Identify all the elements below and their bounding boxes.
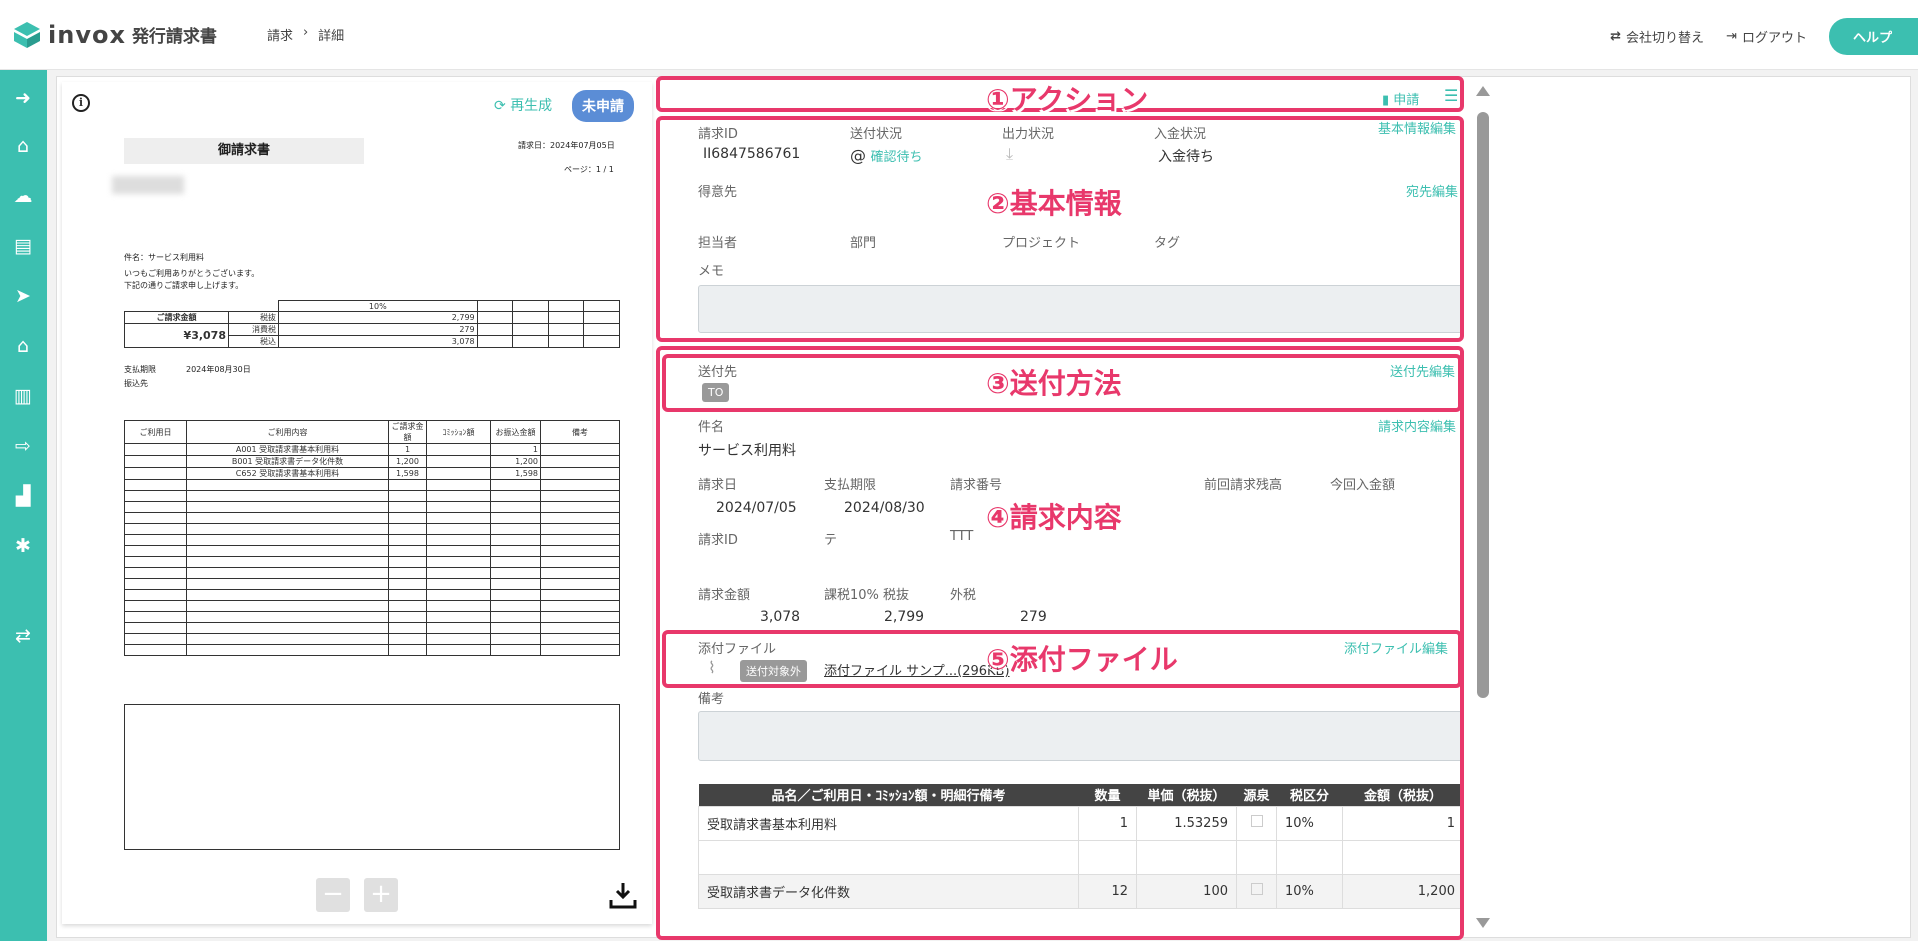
doc-title: 御請求書 — [124, 138, 364, 164]
scrollbar[interactable] — [1476, 86, 1490, 928]
download-icon[interactable] — [608, 880, 638, 910]
chart-icon[interactable]: ▟ — [11, 484, 35, 508]
doc-lines-table: ご利用日 ご利用内容 ご請求金額 ｺﾐｯｼｮﾝ額 お振込金額 備考 A001 受… — [124, 420, 620, 656]
doc-summary-table: 10% ご請求金額 税抜 2,799 ¥3,078 消費税 279 税込 3,0… — [124, 300, 620, 348]
line-amount: 1,598 — [388, 467, 427, 480]
callout-basic — [656, 116, 1464, 342]
line-content: B001 受取請求書データ化件数 — [186, 455, 389, 468]
help-button[interactable]: ヘルプ — [1828, 18, 1918, 55]
doc-due-label: 支払期限 — [124, 365, 156, 374]
col-header: ご利用日 — [124, 420, 187, 444]
logout-label: ログアウト — [1741, 31, 1807, 46]
sidebar: ➜ ⌂ ☁ ▤ ➤ ⌂ ▥ ⇨ ▟ ✱ ⇄ — [0, 70, 47, 941]
logo[interactable]: invox 発行請求書 — [12, 20, 217, 50]
zoom-in-button[interactable]: + — [364, 878, 398, 912]
doc-due-value: 2024年08月30日 — [186, 365, 251, 374]
info-icon[interactable]: i — [72, 94, 90, 112]
line-content: A001 受取請求書基本利用料 — [186, 443, 389, 456]
home-icon[interactable]: ⌂ — [11, 134, 35, 158]
tax-row-value: 3,078 — [278, 335, 478, 348]
switch-icon[interactable]: ⇄ — [11, 624, 35, 648]
line-amount: 1,200 — [388, 455, 427, 468]
tax-row-label: 税抜 — [228, 311, 279, 324]
col-header: ｺﾐｯｼｮﾝ額 — [426, 420, 491, 444]
refresh-icon: ⟳ — [494, 98, 506, 114]
regenerate-label: 再生成 — [510, 98, 553, 114]
col-header: 備考 — [540, 420, 620, 444]
tax-row-label: 消費税 — [228, 323, 279, 336]
doc-issue-date: 請求日：2024年07月05日 — [518, 141, 615, 150]
logo-text: invox — [48, 20, 126, 49]
logo-subtitle: 発行請求書 — [131, 27, 217, 47]
line-pay: 1,200 — [490, 455, 541, 468]
total-value: ¥3,078 — [124, 323, 229, 348]
logout-icon: ⇥ — [1726, 29, 1737, 44]
zoom-out-button[interactable]: − — [316, 878, 350, 912]
doc-notes-box — [124, 704, 620, 850]
switch-company-link[interactable]: ⇄ 会社切り替え — [1610, 27, 1704, 46]
gear-icon[interactable]: ✱ — [11, 534, 35, 558]
col-header: お振込金額 — [490, 420, 541, 444]
bank-icon[interactable]: ⌂ — [11, 334, 35, 358]
col-header: ご利用内容 — [186, 420, 389, 444]
breadcrumb-detail: 詳細 — [318, 29, 345, 44]
tax-row-value: 279 — [278, 323, 478, 336]
scroll-thumb[interactable] — [1477, 112, 1489, 698]
callout-actions-label: ①アクション — [986, 83, 1149, 116]
breadcrumb: 請求 › 詳細 — [267, 25, 344, 44]
scroll-down-icon[interactable] — [1476, 918, 1490, 928]
scroll-up-icon[interactable] — [1476, 86, 1490, 96]
tax-row-value: 2,799 — [278, 311, 478, 324]
col-header: ご請求金額 — [388, 420, 427, 444]
app-header: invox 発行請求書 請求 › 詳細 ⇄ 会社切り替え ⇥ ログアウト ヘルプ — [0, 0, 1918, 70]
invoice-preview: i ⟳ 再生成 未申請 御請求書 請求日：2024年07月05日 ページ：1 /… — [62, 82, 652, 924]
blurred-recipient — [112, 176, 184, 194]
total-label: ご請求金額 — [124, 311, 229, 324]
switch-company-label: 会社切り替え — [1626, 31, 1705, 46]
logo-cube-icon — [14, 21, 40, 48]
cloud-upload-icon[interactable]: ☁ — [11, 184, 35, 208]
chevron-right-icon: › — [302, 25, 309, 40]
building-icon[interactable]: ▥ — [11, 384, 35, 408]
tax-row-label: 税込 — [228, 335, 279, 348]
callout-basic-label: ②基本情報 — [986, 187, 1122, 220]
doc-greeting-1: いつもご利用ありがとうございます。 — [124, 269, 260, 278]
doc-subject: 件名：サービス利用料 — [124, 253, 204, 262]
send-icon[interactable]: ➤ — [11, 284, 35, 308]
doc-bank-label: 振込先 — [124, 379, 148, 388]
export-icon[interactable]: ⇨ — [11, 434, 35, 458]
status-badge: 未申請 — [572, 90, 634, 122]
tax-rate: 10% — [278, 300, 478, 312]
arrow-right-circle-icon[interactable]: ➜ — [11, 86, 35, 110]
breadcrumb-invoices[interactable]: 請求 — [267, 25, 293, 44]
switch-icon: ⇄ — [1610, 29, 1622, 44]
logout-link[interactable]: ⇥ ログアウト — [1726, 27, 1807, 46]
line-pay: 1,598 — [490, 467, 541, 480]
doc-greeting-2: 下記の通りご請求申し上げます。 — [124, 281, 244, 290]
line-content: C652 受取請求書基本利用料 — [186, 467, 389, 480]
document-icon[interactable]: ▤ — [11, 234, 35, 258]
line-amount: 1 — [388, 443, 427, 456]
callout-content-label: ④請求内容 — [986, 501, 1122, 534]
line-pay: 1 — [490, 443, 541, 456]
callout-attach-label: ⑤添付ファイル — [986, 643, 1178, 676]
doc-page: ページ：1 / 1 — [564, 165, 614, 174]
regenerate-button[interactable]: ⟳ 再生成 — [494, 95, 552, 115]
